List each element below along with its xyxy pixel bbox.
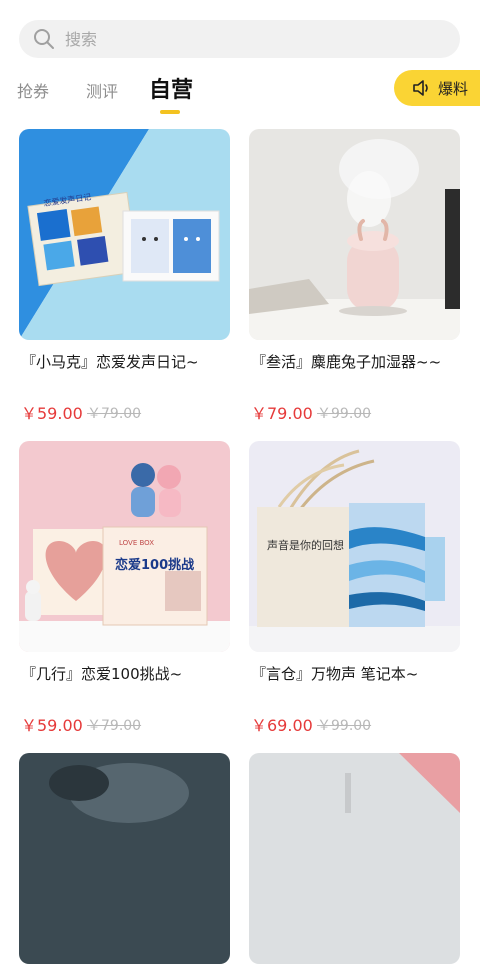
- image-caption: 声音是你的回想: [267, 538, 344, 552]
- product-image: 声音是你的回想: [249, 441, 460, 652]
- product-price: ￥59.00: [21, 404, 83, 423]
- product-card[interactable]: [19, 753, 230, 964]
- product-card[interactable]: [249, 753, 460, 964]
- product-title: 『几行』恋爱100挑战~: [21, 665, 183, 683]
- product-image: [19, 753, 230, 964]
- product-price: ￥69.00: [251, 716, 313, 735]
- product-original-price: ￥79.00: [87, 718, 142, 734]
- product-image: [249, 129, 460, 340]
- product-original-price: ￥99.00: [317, 406, 372, 422]
- product-title: 『小马克』恋爱发声日记~: [21, 353, 199, 371]
- product-price: ￥59.00: [21, 716, 83, 735]
- image-caption: 恋爱100挑战: [115, 557, 194, 573]
- product-title: 『言仓』万物声 笔记本~: [251, 665, 419, 683]
- product-image: [249, 753, 460, 964]
- product-card[interactable]: LOVE BOX 恋爱100挑战 『几行』恋爱100挑战~ ￥59.00 ￥79…: [19, 441, 230, 735]
- product-image: LOVE BOX 恋爱100挑战: [19, 441, 230, 652]
- product-card[interactable]: 声音是你的回想 『言仓』万物声 笔记本~ ￥69.00 ￥99.00: [249, 441, 460, 735]
- product-card[interactable]: 恋爱发声日记 『小马克』恋爱发声日记~ ￥59.00 ￥79.00: [19, 129, 230, 423]
- product-grid: 恋爱发声日记 『小马克』恋爱发声日记~ ￥59.00 ￥79.00 『叁活』麋鹿…: [0, 0, 480, 964]
- product-price: ￥79.00: [251, 404, 313, 423]
- product-original-price: ￥99.00: [317, 718, 372, 734]
- product-card[interactable]: 『叁活』麋鹿兔子加湿器~~ ￥79.00 ￥99.00: [249, 129, 460, 423]
- image-badge: LOVE BOX: [119, 539, 154, 547]
- product-original-price: ￥79.00: [87, 406, 142, 422]
- product-image: 恋爱发声日记: [19, 129, 230, 340]
- product-title: 『叁活』麋鹿兔子加湿器~~: [251, 353, 442, 371]
